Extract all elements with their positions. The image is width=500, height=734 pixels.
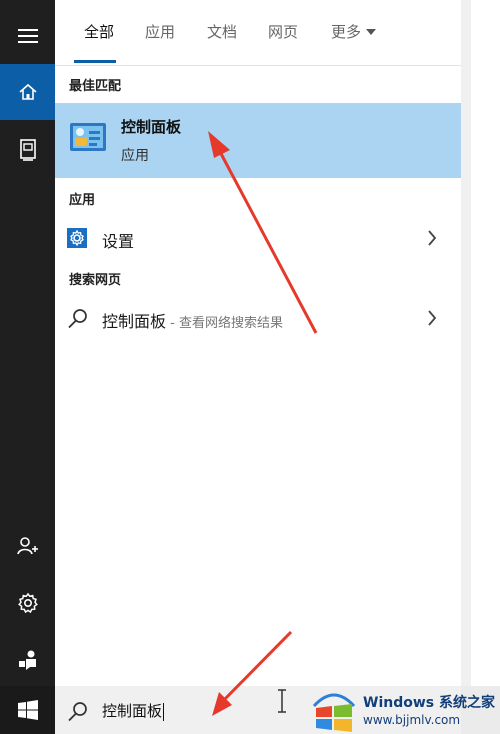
section-apps: 应用 bbox=[69, 193, 96, 208]
settings-icon bbox=[17, 592, 38, 614]
person-add-icon bbox=[16, 537, 38, 555]
section-best-match: 最佳匹配 bbox=[69, 79, 122, 94]
menu-button[interactable] bbox=[0, 8, 55, 64]
tab-more-label: 更多 bbox=[331, 23, 362, 41]
web-search-query: 控制面板 bbox=[102, 312, 167, 331]
chevron-down-icon bbox=[366, 28, 377, 35]
watermark: Windows 系统之家 www.bjjmlv.com bbox=[310, 686, 500, 734]
windows-logo-icon bbox=[17, 700, 38, 720]
best-match-subtitle: 应用 bbox=[121, 148, 149, 164]
filter-tabs: 全部 应用 文档 网页 更多 bbox=[55, 0, 461, 66]
tab-more[interactable]: 更多 bbox=[331, 21, 377, 45]
settings-label: 设置 bbox=[102, 232, 135, 251]
home-button[interactable] bbox=[0, 64, 55, 120]
web-search-label: 控制面板 - 查看网络搜索结果 bbox=[102, 308, 283, 332]
watermark-logo-icon bbox=[312, 693, 356, 732]
web-search-suffix: - 查看网络搜索结果 bbox=[166, 316, 283, 331]
preview-pane bbox=[461, 0, 500, 686]
chevron-right-icon bbox=[428, 310, 437, 326]
account-button[interactable] bbox=[0, 518, 55, 574]
hamburger-menu-icon bbox=[17, 29, 38, 43]
tab-apps[interactable]: 应用 bbox=[145, 21, 175, 45]
home-icon bbox=[18, 83, 37, 100]
watermark-url: www.bjjmlv.com bbox=[363, 713, 461, 727]
list-item-settings[interactable]: 设置 bbox=[55, 220, 461, 256]
tab-web[interactable]: 网页 bbox=[268, 21, 298, 45]
search-icon bbox=[68, 702, 87, 722]
feedback-button[interactable] bbox=[0, 632, 55, 688]
search-input[interactable]: 控制面板 bbox=[102, 700, 165, 721]
left-rail bbox=[0, 0, 55, 734]
settings-button[interactable] bbox=[0, 575, 55, 631]
tab-documents[interactable]: 文档 bbox=[207, 21, 237, 45]
text-caret bbox=[163, 702, 165, 721]
control-panel-icon bbox=[70, 123, 106, 151]
search-input-value: 控制面板 bbox=[102, 702, 163, 720]
tab-all[interactable]: 全部 bbox=[84, 21, 114, 45]
active-tab-indicator bbox=[74, 60, 116, 63]
chevron-right-icon bbox=[428, 230, 437, 246]
notebook-icon bbox=[19, 139, 36, 161]
search-icon bbox=[68, 309, 87, 329]
settings-gear-icon bbox=[67, 228, 87, 248]
start-button[interactable] bbox=[0, 686, 55, 734]
notebook-button[interactable] bbox=[0, 122, 55, 178]
watermark-title: Windows 系统之家 bbox=[363, 695, 495, 711]
list-item-web-search[interactable]: 控制面板 - 查看网络搜索结果 bbox=[55, 300, 461, 336]
search-results-panel: 全部 应用 文档 网页 更多 最佳匹配 控制面板 应用 应用 设置 搜索网页 控… bbox=[55, 0, 461, 686]
best-match-title: 控制面板 bbox=[121, 118, 182, 136]
section-web: 搜索网页 bbox=[69, 273, 122, 288]
ibeam-cursor-icon bbox=[278, 689, 286, 713]
feedback-icon bbox=[18, 650, 36, 670]
best-match-item[interactable]: 控制面板 应用 bbox=[55, 103, 461, 178]
